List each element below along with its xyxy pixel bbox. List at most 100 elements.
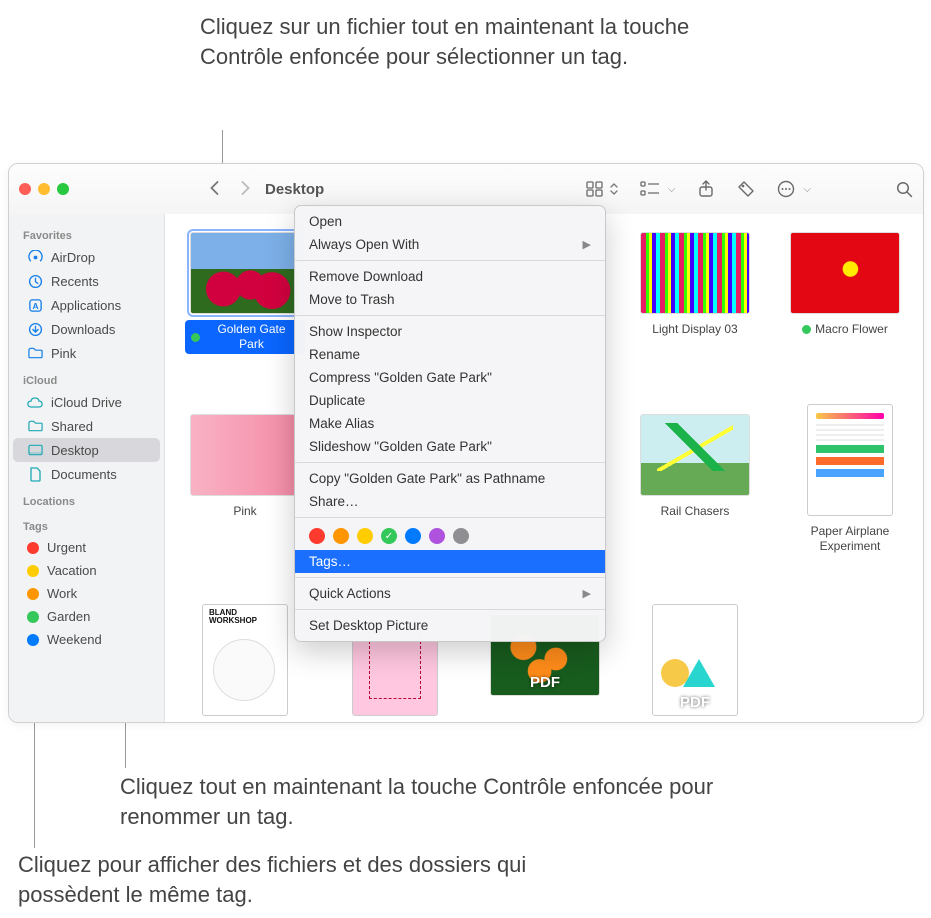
- folder-icon: [27, 345, 43, 361]
- file-item[interactable]: Paper Airplane Experiment: [785, 404, 915, 556]
- file-item[interactable]: Marketing Plan Fall 2019 PDF: [635, 604, 755, 716]
- menu-item-duplicate[interactable]: Duplicate: [295, 389, 605, 412]
- maximize-icon[interactable]: [57, 183, 69, 195]
- sidebar-item-applications[interactable]: A Applications: [13, 293, 160, 317]
- file-thumbnail: [640, 414, 750, 496]
- file-item[interactable]: Macro Flower: [785, 232, 905, 339]
- sidebar-header-icloud: iCloud: [9, 365, 164, 390]
- sidebar-item-label: Recents: [51, 274, 99, 289]
- sidebar-item-downloads[interactable]: Downloads: [13, 317, 160, 341]
- svg-text:A: A: [32, 300, 38, 310]
- file-thumbnail: [190, 414, 300, 496]
- menu-item-quick-actions[interactable]: Quick Actions▶: [295, 582, 605, 605]
- sidebar-item-pink[interactable]: Pink: [13, 341, 160, 365]
- menu-item-tags[interactable]: Tags…: [295, 550, 605, 573]
- file-name: Pink: [227, 502, 262, 521]
- menu-item-move-to-trash[interactable]: Move to Trash: [295, 288, 605, 311]
- sidebar-item-documents[interactable]: Documents: [13, 462, 160, 486]
- back-button[interactable]: [203, 177, 226, 202]
- menu-item-open[interactable]: Open: [295, 210, 605, 233]
- callout-bottom: Cliquez pour afficher des fichiers et de…: [18, 850, 578, 909]
- file-item[interactable]: Light Display 03: [635, 232, 755, 339]
- share-icon[interactable]: [697, 180, 715, 198]
- file-item[interactable]: Pink: [185, 414, 305, 521]
- sidebar-item-label: Pink: [51, 346, 76, 361]
- tag-color-orange[interactable]: [333, 528, 349, 544]
- menu-item-compress[interactable]: Compress "Golden Gate Park": [295, 366, 605, 389]
- menu-item-set-desktop-picture[interactable]: Set Desktop Picture: [295, 614, 605, 637]
- file-thumbnail: [190, 232, 300, 314]
- sidebar-header-favorites: Favorites: [9, 220, 164, 245]
- file-item[interactable]: Golden Gate Park: [185, 232, 305, 354]
- sidebar-item-label: Applications: [51, 298, 121, 313]
- menu-item-show-inspector[interactable]: Show Inspector: [295, 320, 605, 343]
- callout-top: Cliquez sur un fichier tout en maintenan…: [200, 12, 760, 71]
- tag-dot-icon: [802, 325, 811, 334]
- search-icon[interactable]: [895, 180, 913, 198]
- tags-icon[interactable]: [737, 180, 755, 198]
- sidebar-item-airdrop[interactable]: AirDrop: [13, 245, 160, 269]
- context-menu: Open Always Open With▶ Remove Download M…: [294, 205, 606, 642]
- sidebar-item-label: iCloud Drive: [51, 395, 122, 410]
- tag-dot-icon: [27, 565, 39, 577]
- tag-color-blue[interactable]: [405, 528, 421, 544]
- sidebar-item-label: Urgent: [47, 540, 86, 555]
- group-by-button[interactable]: ⌵: [640, 181, 676, 197]
- sidebar-item-icloud-drive[interactable]: iCloud Drive: [13, 390, 160, 414]
- sidebar-item-label: Garden: [47, 609, 90, 624]
- documents-icon: [27, 466, 43, 482]
- file-thumbnail: [640, 232, 750, 314]
- sidebar-tag-work[interactable]: Work: [13, 582, 160, 605]
- more-icon[interactable]: ⌵: [777, 180, 811, 198]
- applications-icon: A: [27, 297, 43, 313]
- callout-line-bottom: [34, 720, 35, 848]
- menu-item-remove-download[interactable]: Remove Download: [295, 265, 605, 288]
- menu-item-rename[interactable]: Rename: [295, 343, 605, 366]
- tag-color-gray[interactable]: [453, 528, 469, 544]
- menu-item-copy-pathname[interactable]: Copy "Golden Gate Park" as Pathname: [295, 467, 605, 490]
- desktop-icon: [27, 442, 43, 458]
- tag-dot-icon: [191, 333, 200, 342]
- pdf-badge: PDF: [530, 674, 560, 691]
- file-name: Rail Chasers: [655, 502, 736, 521]
- sidebar-item-desktop[interactable]: Desktop: [13, 438, 160, 462]
- shared-folder-icon: [27, 418, 43, 434]
- sidebar-item-shared[interactable]: Shared: [13, 414, 160, 438]
- forward-button[interactable]: [234, 177, 257, 202]
- tag-dot-icon: [27, 634, 39, 646]
- window-controls[interactable]: [19, 183, 69, 195]
- file-item[interactable]: Rail Chasers: [635, 414, 755, 521]
- menu-item-slideshow[interactable]: Slideshow "Golden Gate Park": [295, 435, 605, 458]
- menu-item-share[interactable]: Share…: [295, 490, 605, 513]
- tag-color-yellow[interactable]: [357, 528, 373, 544]
- sidebar-tag-weekend[interactable]: Weekend: [13, 628, 160, 651]
- menu-separator: [295, 315, 605, 316]
- sidebar-item-label: Downloads: [51, 322, 115, 337]
- file-thumbnail: [807, 404, 893, 516]
- tag-color-green[interactable]: ✓: [381, 528, 397, 544]
- chevron-right-icon: ▶: [583, 238, 591, 251]
- close-icon[interactable]: [19, 183, 31, 195]
- file-thumbnail: BLAND WORKSHOP: [202, 604, 288, 716]
- minimize-icon[interactable]: [38, 183, 50, 195]
- menu-tag-colors: ✓: [295, 522, 605, 550]
- sidebar-item-label: Work: [47, 586, 77, 601]
- sidebar-tag-vacation[interactable]: Vacation: [13, 559, 160, 582]
- window-title: Desktop: [265, 181, 324, 198]
- sidebar-item-recents[interactable]: Recents: [13, 269, 160, 293]
- sidebar-tag-urgent[interactable]: Urgent: [13, 536, 160, 559]
- tag-color-red[interactable]: [309, 528, 325, 544]
- view-mode-button[interactable]: [586, 181, 618, 197]
- file-thumbnail: [790, 232, 900, 314]
- menu-item-make-alias[interactable]: Make Alias: [295, 412, 605, 435]
- sidebar-tag-garden[interactable]: Garden: [13, 605, 160, 628]
- file-name: Paper Airplane Experiment: [785, 522, 915, 556]
- file-item[interactable]: BLAND WORKSHOP: [185, 604, 305, 716]
- sidebar-header-tags: Tags: [9, 511, 164, 536]
- marketing-title: Marketing Plan Fall 2019: [659, 611, 731, 629]
- clock-icon: [27, 273, 43, 289]
- file-thumbnail: Marketing Plan Fall 2019 PDF: [652, 604, 738, 716]
- tag-color-purple[interactable]: [429, 528, 445, 544]
- menu-separator: [295, 517, 605, 518]
- menu-item-always-open-with[interactable]: Always Open With▶: [295, 233, 605, 256]
